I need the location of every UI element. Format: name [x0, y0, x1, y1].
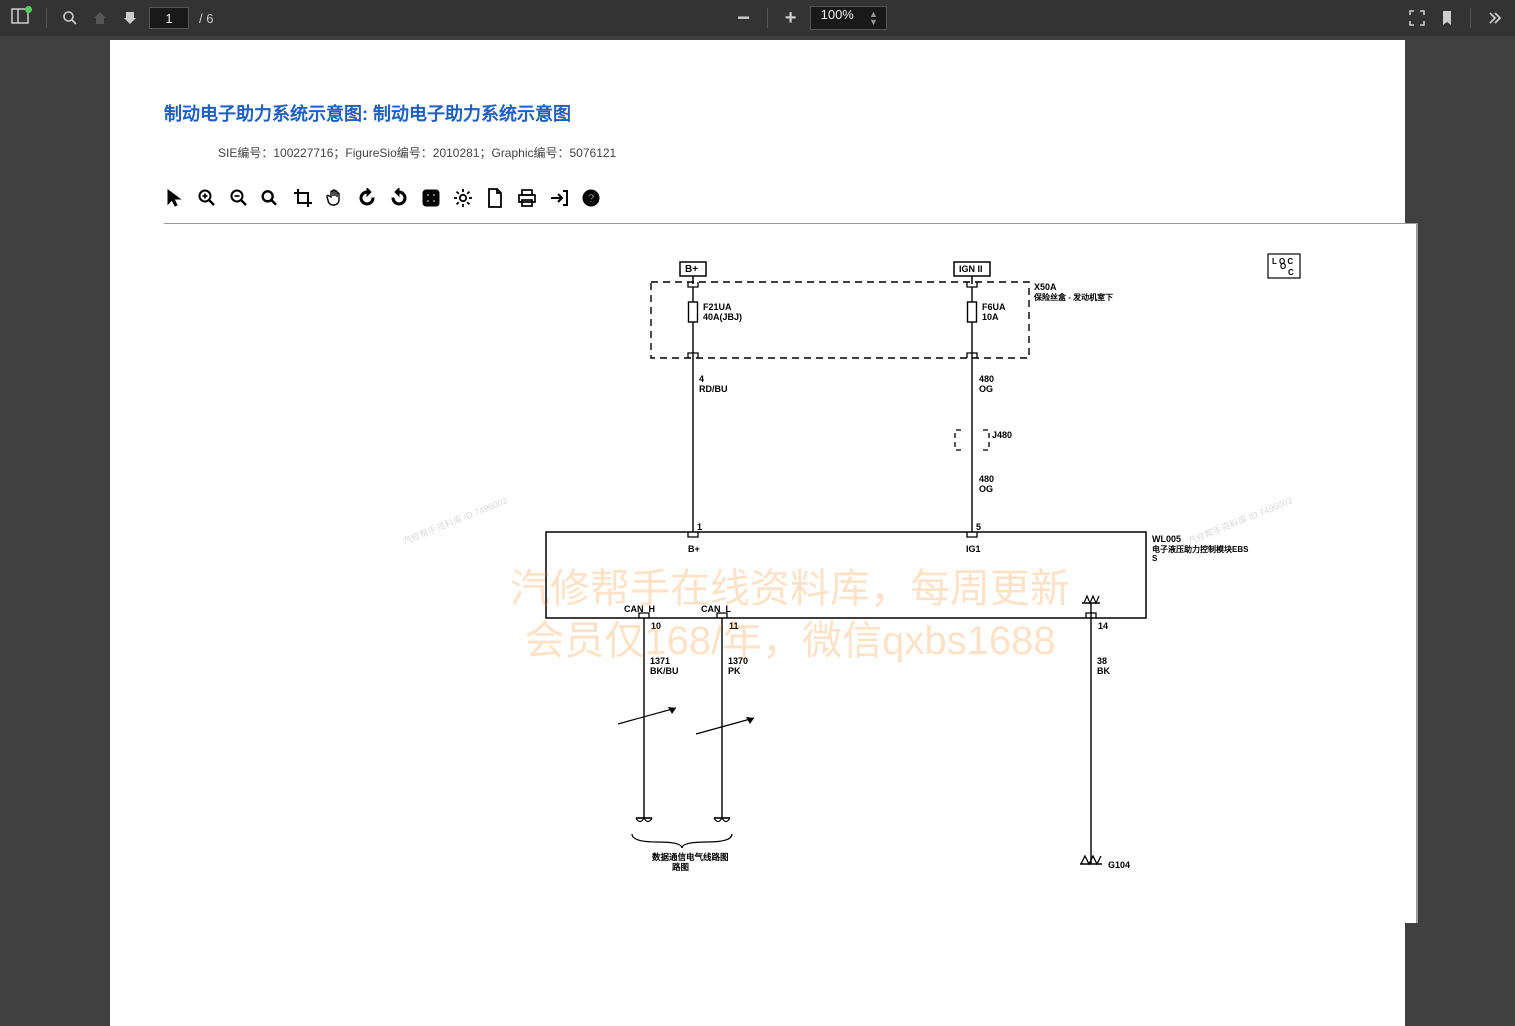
fullscreen-button[interactable] — [1406, 7, 1428, 29]
grid-tool-icon[interactable] — [420, 187, 442, 209]
rotate-ccw-tool-icon[interactable] — [388, 187, 410, 209]
svg-text:S: S — [1152, 554, 1158, 563]
svg-text:数据通信电气线路图: 数据通信电气线路图 — [652, 852, 729, 862]
sidebar-toggle-button[interactable] — [10, 6, 34, 30]
svg-text:5: 5 — [976, 522, 981, 532]
next-page-button[interactable] — [119, 7, 141, 29]
more-tools-button[interactable] — [1483, 7, 1505, 29]
svg-text:480: 480 — [979, 474, 994, 484]
notification-dot — [25, 6, 32, 13]
svg-text:1370: 1370 — [728, 656, 748, 666]
svg-text:480: 480 — [979, 374, 994, 384]
svg-text:1371: 1371 — [650, 656, 670, 666]
svg-text:PK: PK — [728, 666, 741, 676]
page-subline: SIE编号：100227716；FigureSio编号：2010281；Grap… — [218, 144, 1405, 161]
new-doc-tool-icon[interactable] — [484, 187, 506, 209]
svg-text:BK/BU: BK/BU — [650, 666, 679, 676]
page-scroll-area[interactable]: 制动电子助力系统示意图: 制动电子助力系统示意图 SIE编号：100227716… — [0, 36, 1515, 1026]
page-number-input[interactable] — [149, 7, 189, 29]
svg-text:OG: OG — [979, 484, 993, 494]
svg-text:OG: OG — [979, 384, 993, 394]
svg-text:B+: B+ — [685, 264, 698, 275]
svg-text:J480: J480 — [992, 430, 1012, 440]
svg-text:1: 1 — [697, 522, 702, 532]
zoom-in-tool-icon[interactable] — [196, 187, 218, 209]
export-tool-icon[interactable] — [548, 187, 570, 209]
svg-text:40A(JBJ): 40A(JBJ) — [703, 312, 742, 322]
page-count-label: / 6 — [199, 11, 213, 26]
svg-text:B+: B+ — [688, 544, 700, 554]
crop-tool-icon[interactable] — [292, 187, 314, 209]
svg-text:保险丝盒 - 发动机室下: 保险丝盒 - 发动机室下 — [1033, 292, 1113, 302]
svg-text:BK: BK — [1097, 666, 1110, 676]
svg-text:IG1: IG1 — [966, 544, 981, 554]
svg-text:11: 11 — [729, 621, 739, 631]
zoom-level-select[interactable]: 100% ▲▼ — [810, 6, 887, 30]
wiring-svg: L O C O C B+ IGN II X50A 保险丝盒 - 发动机室下 — [164, 224, 1418, 923]
svg-text:IGN II: IGN II — [959, 264, 983, 274]
svg-text:F6UA: F6UA — [982, 302, 1006, 312]
separator — [767, 8, 768, 28]
help-tool-icon[interactable]: ? — [580, 187, 602, 209]
diagram-toolbar: ? — [164, 187, 1405, 209]
select-arrows-icon: ▲▼ — [869, 10, 878, 26]
svg-text:电子液压助力控制模块EBS: 电子液压助力控制模块EBS — [1152, 544, 1249, 554]
rotate-cw-tool-icon[interactable] — [356, 187, 378, 209]
pointer-tool-icon[interactable] — [164, 187, 186, 209]
zoom-out-button[interactable]: − — [733, 7, 755, 29]
bookmark-button[interactable] — [1436, 7, 1458, 29]
zoom-in-button[interactable]: + — [780, 7, 802, 29]
hand-tool-icon[interactable] — [324, 187, 346, 209]
svg-text:10A: 10A — [982, 312, 999, 322]
svg-text:RD/BU: RD/BU — [699, 384, 728, 394]
prev-page-button[interactable] — [89, 7, 111, 29]
separator — [1470, 8, 1471, 28]
wiring-diagram: 汽修帮手资料库 ID 7496002 汽修帮手资料库 ID 7496002 L … — [164, 223, 1418, 923]
svg-text:X50A: X50A — [1034, 282, 1057, 292]
settings-tool-icon[interactable] — [452, 187, 474, 209]
svg-text:G104: G104 — [1108, 860, 1130, 870]
svg-text:10: 10 — [651, 621, 661, 631]
svg-text:F21UA: F21UA — [703, 302, 732, 312]
document-page: 制动电子助力系统示意图: 制动电子助力系统示意图 SIE编号：100227716… — [110, 40, 1405, 1026]
zoom-fit-tool-icon[interactable] — [260, 187, 282, 209]
svg-text:38: 38 — [1097, 656, 1107, 666]
print-tool-icon[interactable] — [516, 187, 538, 209]
svg-text:14: 14 — [1098, 621, 1108, 631]
separator — [46, 8, 47, 28]
svg-text:?: ? — [587, 192, 594, 206]
zoom-level-value: 100% — [821, 7, 854, 22]
search-icon[interactable] — [59, 7, 81, 29]
svg-text:路图: 路图 — [672, 862, 689, 872]
svg-text:C: C — [1288, 268, 1294, 277]
svg-text:WL005: WL005 — [1152, 534, 1181, 544]
page-title: 制动电子助力系统示意图: 制动电子助力系统示意图 — [164, 100, 1405, 126]
svg-text:O: O — [1280, 262, 1286, 271]
svg-text:4: 4 — [699, 374, 704, 384]
pdf-toolbar: / 6 − + 100% ▲▼ — [0, 0, 1515, 36]
zoom-out-tool-icon[interactable] — [228, 187, 250, 209]
